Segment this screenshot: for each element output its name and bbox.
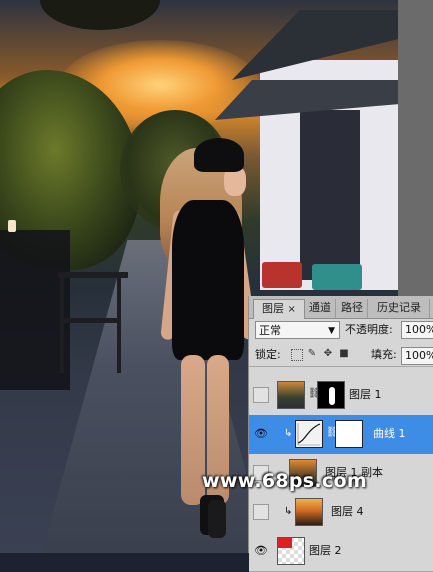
lock-all-icon[interactable]: ■ bbox=[339, 349, 349, 359]
close-tab-icon[interactable]: × bbox=[288, 304, 296, 315]
visibility-toggle[interactable]: 👁 bbox=[253, 426, 269, 442]
blend-row: 正常 ▼ 不透明度: 100% bbox=[249, 320, 433, 342]
lock-row: 锁定: ✎ ✥ ■ 填充: 100% bbox=[249, 344, 433, 367]
curves-adjustment-icon bbox=[295, 420, 323, 448]
clipping-arrow-icon: ↳ bbox=[284, 428, 293, 439]
layer-row-selected[interactable]: 👁 ↳ ⛓ 曲线 1 bbox=[249, 415, 433, 455]
eye-icon: 👁 bbox=[254, 427, 268, 440]
clipping-arrow-icon: ↳ bbox=[284, 506, 293, 517]
layer-row[interactable]: ↳ 图层 4 bbox=[249, 493, 433, 533]
woman-shoe-right bbox=[208, 500, 226, 538]
layer-name[interactable]: 图层 1 bbox=[349, 387, 382, 403]
lock-label: 锁定: bbox=[255, 348, 281, 361]
tab-channels[interactable]: 通道 bbox=[305, 299, 336, 318]
table-lamp bbox=[8, 220, 16, 232]
layer-thumbnail bbox=[277, 537, 305, 565]
opacity-label: 不透明度: bbox=[345, 323, 393, 336]
tab-channels-label: 通道 bbox=[309, 301, 331, 314]
tree-branches bbox=[40, 0, 160, 30]
panel-tabs: 图层 × 通道 路径 历史记录 bbox=[249, 296, 433, 319]
cafe-chair bbox=[60, 318, 120, 323]
visibility-toggle[interactable] bbox=[253, 387, 269, 403]
lock-position-icon[interactable]: ✥ bbox=[323, 349, 333, 359]
red-chairs bbox=[262, 262, 302, 288]
cafe-chair bbox=[60, 278, 64, 373]
teal-chairs bbox=[312, 264, 362, 290]
woman-hat bbox=[194, 138, 244, 172]
layer-row[interactable]: 👁 图层 2 bbox=[249, 532, 433, 572]
eye-icon: 👁 bbox=[254, 544, 268, 557]
layer-name[interactable]: 图层 4 bbox=[331, 504, 364, 520]
layers-panel: 图层 × 通道 路径 历史记录 正常 ▼ 不透明度: 100% 锁定: ✎ ✥ … bbox=[248, 296, 433, 572]
blend-mode-select[interactable]: 正常 ▼ bbox=[255, 321, 340, 339]
tab-paths-label: 路径 bbox=[341, 301, 363, 314]
layer-mask-thumbnail[interactable] bbox=[335, 420, 363, 448]
tab-history-label: 历史记录 bbox=[377, 301, 421, 314]
tab-history[interactable]: 历史记录 bbox=[369, 299, 430, 318]
tab-paths[interactable]: 路径 bbox=[337, 299, 368, 318]
blend-mode-value: 正常 bbox=[259, 324, 281, 337]
layer-name[interactable]: 曲线 1 bbox=[373, 426, 406, 442]
tab-layers[interactable]: 图层 × bbox=[253, 299, 305, 319]
watermark-text: www.68ps.com bbox=[202, 470, 367, 492]
fill-field[interactable]: 100% bbox=[401, 347, 433, 365]
building-window bbox=[300, 110, 360, 280]
woman-dress bbox=[172, 200, 244, 360]
layer-row[interactable]: ⛓ 图层 1 bbox=[249, 376, 433, 416]
fill-label: 填充: bbox=[371, 348, 397, 361]
cafe-chair bbox=[117, 278, 121, 373]
layer-thumbnail bbox=[277, 381, 305, 409]
dropdown-arrow-icon: ▼ bbox=[328, 326, 335, 336]
layer-mask-thumbnail[interactable] bbox=[317, 381, 345, 409]
lock-image-pixels-icon[interactable]: ✎ bbox=[307, 349, 317, 359]
curves-graph-icon bbox=[297, 423, 321, 446]
layer-thumbnail bbox=[295, 498, 323, 526]
opacity-field[interactable]: 100% bbox=[401, 321, 433, 339]
visibility-toggle[interactable]: 👁 bbox=[253, 543, 269, 559]
visibility-toggle[interactable] bbox=[253, 504, 269, 520]
lock-transparent-pixels-icon[interactable] bbox=[291, 349, 303, 361]
tab-layers-label: 图层 bbox=[262, 302, 285, 315]
layer-name[interactable]: 图层 2 bbox=[309, 543, 342, 559]
